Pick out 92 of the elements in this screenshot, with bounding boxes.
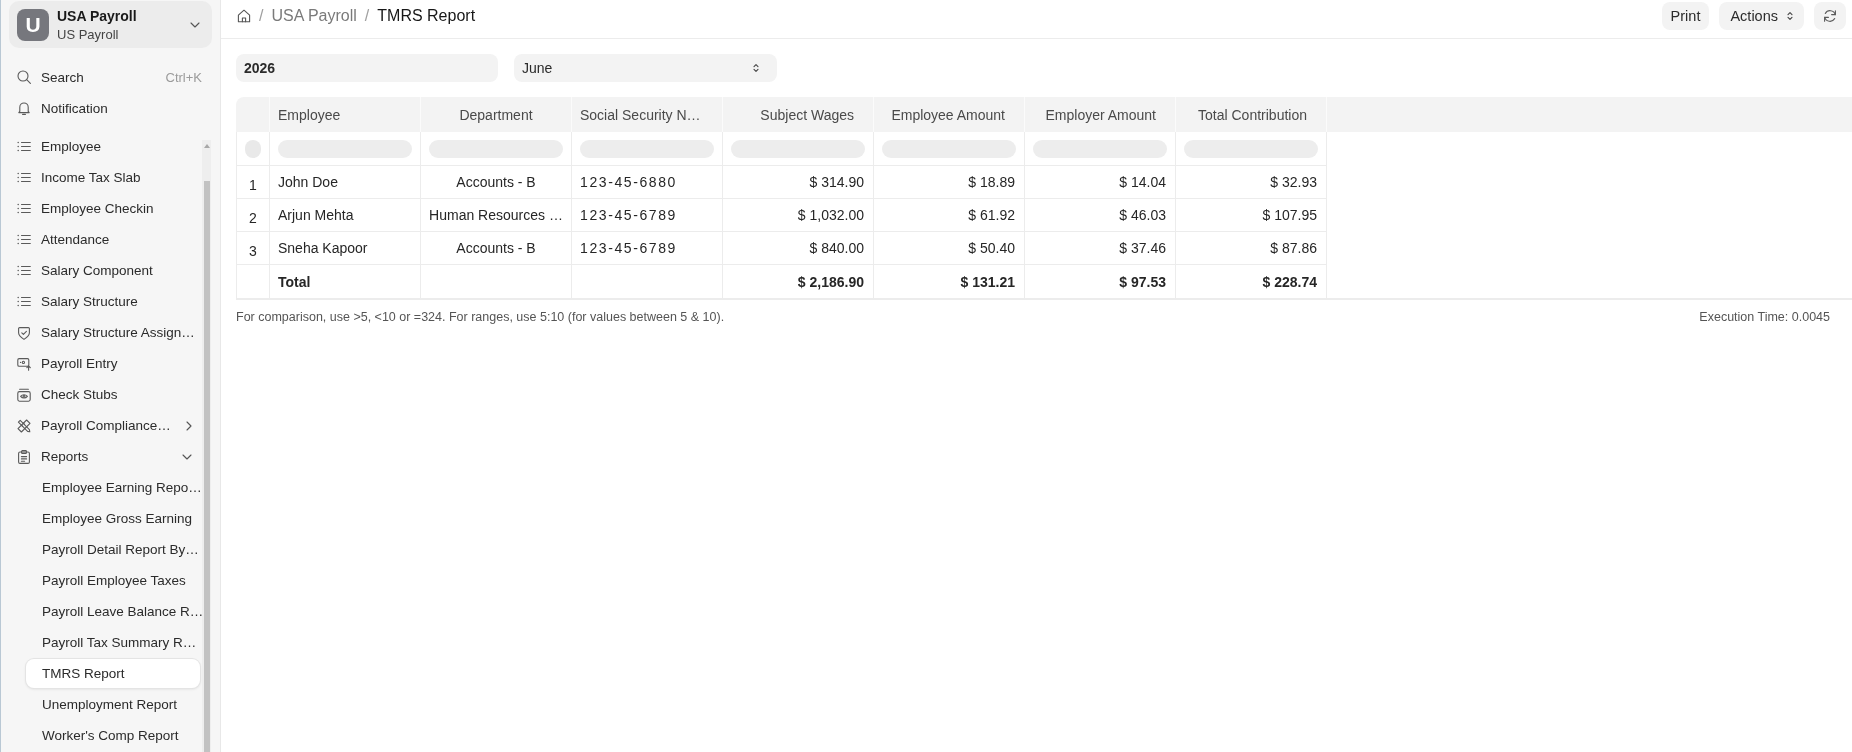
scrollbar-thumb[interactable] <box>203 181 210 752</box>
badge-check-icon <box>17 325 31 340</box>
table-cell: $ 14.04 <box>1025 166 1176 199</box>
table-cell: $ 50.40 <box>874 232 1025 265</box>
table-cell: Sneha Kapoor <box>270 232 421 265</box>
filter-hint: For comparison, use >5, <10 or =324. For ranges, use 5:10 (for values between 5 & 10). <box>236 310 725 324</box>
stacked-cards-icon <box>17 387 31 402</box>
execution-time: Execution Time: 0.0045 <box>1699 310 1830 324</box>
sidebar-item[interactable]: Reports <box>10 442 200 471</box>
pencil-ruler-icon <box>17 418 31 433</box>
search-icon <box>17 70 31 84</box>
column-header: Social Security N… <box>572 97 723 132</box>
sidebar-item[interactable]: Employee Checkin <box>10 194 200 223</box>
table-cell: Accounts - B <box>421 166 572 199</box>
table-cell: $ 37.46 <box>1025 232 1176 265</box>
column-header: Employer Amount <box>1025 97 1176 132</box>
sidebar-subitem[interactable]: Employee Gross Earning <box>26 504 200 533</box>
sidebar-subitem[interactable]: Employee Earning Repo… <box>26 473 200 502</box>
table-cell: $ 1,032.00 <box>723 199 874 232</box>
table-cell: $ 32.93 <box>1176 166 1327 199</box>
card-arrow-icon <box>17 356 31 371</box>
chevron-updown-icon <box>1787 11 1793 21</box>
total-cell: $ 2,186.90 <box>723 265 874 298</box>
total-label: Total <box>270 265 421 298</box>
table-cell: $ 87.86 <box>1176 232 1327 265</box>
sidebar-item[interactable]: Salary Component <box>10 256 200 285</box>
table-cell: 123-45-6789 <box>572 199 723 232</box>
year-field[interactable]: 2026 <box>236 54 498 82</box>
breadcrumb-link[interactable]: TMRS Report <box>377 7 476 25</box>
table-cell: $ 18.89 <box>874 166 1025 199</box>
sidebar-subitem[interactable]: TMRS Report <box>26 659 200 688</box>
notification-button[interactable]: Notification <box>10 94 108 122</box>
sidebar-subitem[interactable]: Payroll Tax Summary R… <box>26 628 200 657</box>
row-number: 1 <box>237 166 270 199</box>
sidebar-item[interactable]: Payroll Entry <box>10 349 200 378</box>
sidebar-subitem[interactable]: Unemployment Report <box>26 690 200 719</box>
column-header: Total Contribution <box>1176 97 1327 132</box>
column-header: Department <box>421 97 572 132</box>
bell-icon <box>17 101 31 115</box>
sidebar-subitem[interactable]: Payroll Detail Report By… <box>26 535 200 564</box>
total-cell: $ 131.21 <box>874 265 1025 298</box>
column-header: Employee <box>270 97 421 132</box>
print-button[interactable]: Print <box>1661 2 1710 30</box>
sidebar-item[interactable]: Salary Structure <box>10 287 200 316</box>
table-cell: 123-45-6789 <box>572 232 723 265</box>
breadcrumb-separator: / <box>259 7 264 25</box>
list-icon <box>17 265 31 276</box>
row-number: 2 <box>237 199 270 232</box>
sidebar-subitem[interactable]: Payroll Leave Balance R… <box>26 597 200 626</box>
table-cell: $ 61.92 <box>874 199 1025 232</box>
row-number: 3 <box>237 232 270 265</box>
chevron-updown-icon <box>753 63 759 73</box>
sidebar-item[interactable]: Income Tax Slab <box>10 163 200 192</box>
table-cell: $ 107.95 <box>1176 199 1327 232</box>
column-header: Employee Amount <box>874 97 1025 132</box>
sidebar-subitem[interactable]: Payroll Employee Taxes <box>26 566 200 595</box>
month-select[interactable]: June <box>514 54 777 82</box>
table-cell: $ 314.90 <box>723 166 874 199</box>
home-icon[interactable] <box>237 9 251 23</box>
table-cell: Human Resources … <box>421 199 572 232</box>
table-cell: $ 46.03 <box>1025 199 1176 232</box>
sidebar-item[interactable]: Check Stubs <box>10 380 200 409</box>
workspace-avatar: U <box>17 8 49 41</box>
list-icon <box>17 203 31 214</box>
actions-button[interactable]: Actions <box>1719 2 1804 30</box>
total-cell: $ 228.74 <box>1176 265 1327 298</box>
sidebar-subitem[interactable]: Worker's Comp Report <box>26 721 200 750</box>
chevron-down-icon <box>190 21 200 28</box>
list-icon <box>17 234 31 245</box>
refresh-button[interactable] <box>1814 2 1846 30</box>
breadcrumb-link[interactable]: USA Payroll <box>271 7 357 25</box>
shortcut-hint: Ctrl+K <box>165 69 203 85</box>
sidebar-item[interactable]: Salary Structure Assign… <box>10 318 200 347</box>
table-cell: John Doe <box>270 166 421 199</box>
table-cell: 123-45-6880 <box>572 166 723 199</box>
total-cell: $ 97.53 <box>1025 265 1176 298</box>
table-cell: Accounts - B <box>421 232 572 265</box>
table-cell: Arjun Mehta <box>270 199 421 232</box>
list-icon <box>17 141 31 152</box>
table-cell: $ 840.00 <box>723 232 874 265</box>
sidebar-item[interactable]: Payroll Compliance… <box>10 411 200 440</box>
sidebar-item[interactable]: Employee <box>10 132 200 161</box>
clipboard-icon <box>17 449 31 464</box>
search-button[interactable]: Search <box>10 63 84 91</box>
column-header: Subject Wages <box>723 97 874 132</box>
workspace-switcher[interactable]: U USA Payroll US Payroll <box>9 1 212 48</box>
breadcrumb-separator: / <box>364 7 370 25</box>
sidebar-item[interactable]: Attendance <box>10 225 200 254</box>
scroll-up-icon[interactable] <box>203 144 210 148</box>
list-icon <box>17 296 31 307</box>
refresh-icon <box>1823 9 1837 23</box>
list-icon <box>17 172 31 183</box>
